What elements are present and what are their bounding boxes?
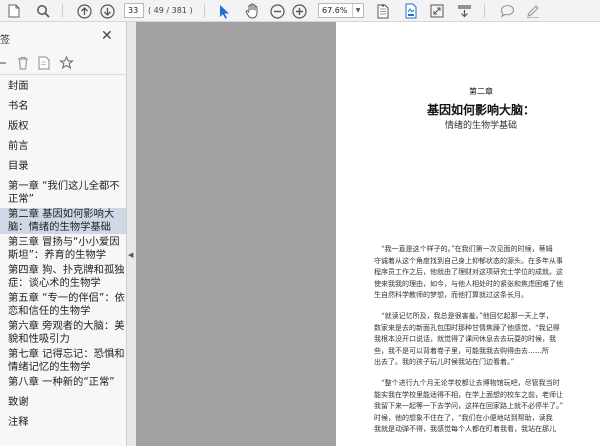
body-text-line: 我留下来一起等一下去学问，这样在回家路上就不必停半了。” <box>374 402 564 410</box>
chevron-down-icon: ▼ <box>352 4 363 17</box>
bookmark-item-label: 正常” <box>8 193 34 205</box>
bookmark-item[interactable]: 书名 <box>8 100 126 113</box>
bookmark-item[interactable]: 第四章 狗、扑克牌和孤独 症：谈心术的生物学 <box>8 264 126 290</box>
sidebar-resize-handle[interactable]: ◀ <box>127 22 136 446</box>
bookmark-item-label: 症：谈心术的生物学 <box>8 277 101 289</box>
select-cursor-icon[interactable] <box>216 2 232 20</box>
bookmarks-sidebar: 签 ✕ 封面 书名 版权 前言 目录 第一章 “我们这儿全都不 正常” 第二章 基因如何影响大… <box>0 22 127 446</box>
page-icon[interactable] <box>6 2 22 20</box>
fullscreen-icon[interactable] <box>428 2 446 20</box>
hand-tool-icon[interactable] <box>243 2 261 20</box>
body-text-line: “我一直是这个样子的。”在我们第一次见面的时候，蒂姆 <box>374 245 553 253</box>
bookmark-item[interactable]: 第一章 “我们这儿全都不 正常” <box>8 180 126 206</box>
delete-icon[interactable] <box>17 55 29 71</box>
body-text-line: 生自然科学教师的梦想，而他打算就过这条长月。 <box>374 291 528 299</box>
bookmark-item-label: 目录 <box>8 160 29 172</box>
sidebar-header: 签 ✕ <box>0 22 127 52</box>
bookmark-item[interactable]: 致谢 <box>8 396 126 409</box>
body-text-line: 程序员工作之后，他就由了理财对这项研究士学位的成就。这 <box>374 268 563 276</box>
bookmark-item-label: 第二章 基因如何影响大 <box>8 208 115 220</box>
body-text-line: 我就是动弹不得，我感觉每个人都在盯着我看，我站在那儿 <box>374 425 556 433</box>
next-page-icon[interactable] <box>98 2 116 20</box>
sidebar-title: 签 <box>0 35 10 46</box>
close-icon[interactable]: ✕ <box>101 29 113 43</box>
zoom-out-icon[interactable] <box>268 2 286 20</box>
toolbar-separator <box>484 4 485 18</box>
toolbar-separator <box>62 4 63 18</box>
pen-icon[interactable] <box>524 2 542 20</box>
bookmark-settings-icon[interactable] <box>59 55 74 71</box>
bookmark-item[interactable]: 第八章 一种新的“正常” <box>8 376 126 389</box>
bookmark-item[interactable]: 前言 <box>8 140 126 153</box>
expand-menu-icon[interactable] <box>0 55 8 71</box>
chapter-number: 第二章 <box>469 87 493 96</box>
bookmark-item[interactable]: 版权 <box>8 120 126 133</box>
bookmark-item-label: 恋和信任的生物学 <box>8 305 91 317</box>
zoom-select[interactable]: 67.6% ▼ <box>318 3 364 18</box>
body-text-line: 出去了。我的孩子玩儿时候我站在门边看着。” <box>374 358 515 366</box>
bookmark-item[interactable]: 注释 <box>8 416 126 429</box>
body-text-line: “就读记忆所及，我总是很害羞。”他回忆起那一天上学， <box>374 312 553 320</box>
bookmark-item-label: 第一章 “我们这儿全都不 <box>8 180 120 192</box>
bookmark-item-label: 第四章 狗、扑克牌和孤独 <box>8 264 125 276</box>
bookmark-item[interactable]: 目录 <box>8 160 126 173</box>
body-text-line: “整个进行九个月无论学校都让去博物馆玩吧，尽管我当时 <box>374 379 560 387</box>
bookmark-item[interactable]: 封面 <box>8 80 126 93</box>
bookmark-item-label: 前言 <box>8 140 29 152</box>
body-text-line: 我根本没开口说话，就觉得了课间休息去去玩耍的时候，我 <box>374 335 556 343</box>
bookmark-item[interactable]: 第二章 基因如何影响大 脑：情绪的生物学基础 <box>0 208 126 234</box>
bookmark-item-label: 第三章 冒扬与“小小爱因 <box>8 236 120 248</box>
body-text-line: 数家来是去的新面孔包围时那种甘情焦躁了他感觉，“我记得 <box>374 323 560 332</box>
bookmark-item-label: 书名 <box>8 100 29 112</box>
body-text-line: 时候，他的想象不住在了，“我们在小便地站到帮助，读我 <box>374 413 553 422</box>
previous-page-icon[interactable] <box>75 2 93 20</box>
chapter-title: 基因如何影响大脑： <box>426 103 535 117</box>
body-text-line: 使来我我的理由，如今，与他人相处时的紧张和焦虑困难了他 <box>374 279 563 288</box>
document-viewer[interactable]: 第二章 基因如何影响大脑： 情绪的生物学基础 “我一直是这个样子的。”在我们第一… <box>136 22 600 446</box>
download-icon[interactable] <box>455 2 473 20</box>
bookmark-item-label: 第七章 记得忘记：恐惧和 <box>8 348 125 360</box>
search-icon[interactable] <box>34 2 52 20</box>
bookmark-item-label: 脑：情绪的生物学基础 <box>8 221 111 233</box>
body-text-line: 些，我不是可以背着卷子里，可能我我去购得由去……所 <box>374 346 549 355</box>
sidebar-tools <box>0 52 127 75</box>
collapse-sidebar-icon[interactable]: ◀ <box>128 251 133 259</box>
toolbar-separator <box>204 4 205 18</box>
page-number-input[interactable]: 33 <box>124 3 144 18</box>
bookmark-item[interactable]: 第七章 记得忘记：恐惧和 情绪记忆的生物学 <box>8 348 126 374</box>
bookmark-item[interactable]: 第六章 旁观者的大脑：美 貌和性吸引力 <box>8 320 126 346</box>
new-bookmark-icon[interactable] <box>38 55 50 71</box>
zoom-in-icon[interactable] <box>290 2 308 20</box>
body-text-line: 能实我在学校里能适得不相，在学上面想的校车之前，老师让 <box>374 390 563 399</box>
bookmark-item-label: 致谢 <box>8 396 29 408</box>
zoom-value: 67.6% <box>322 6 348 15</box>
bookmark-item-label: 第八章 一种新的“正常” <box>8 376 115 388</box>
page-count: ( 49 / 381 ) <box>148 6 193 15</box>
bookmark-item-label: 封面 <box>8 80 29 92</box>
comment-icon[interactable] <box>498 2 516 20</box>
bookmark-item-label: 情绪记忆的生物学 <box>8 361 91 373</box>
bookmark-item-label: 第六章 旁观者的大脑：美 <box>8 320 125 332</box>
bookmark-item-label: 注释 <box>8 416 29 428</box>
bookmark-item-label: 版权 <box>8 120 29 132</box>
bookmark-item-label: 斯坦”：养育的生物学 <box>8 249 107 261</box>
body-text-line: 守诚着从这个角度找到自己身上抑郁状态的源头。在多年从事 <box>374 256 563 265</box>
convert-icon[interactable] <box>402 2 420 20</box>
bookmark-item-label: 貌和性吸引力 <box>8 333 70 345</box>
toolbar: 33 ( 49 / 381 ) 67.6% ▼ <box>0 0 600 22</box>
chapter-subtitle: 情绪的生物学基础 <box>444 121 517 131</box>
bookmark-item-label: 第五章 “专一的伴侣”：依 <box>8 292 125 304</box>
fit-page-icon[interactable] <box>374 2 392 20</box>
bookmark-item[interactable]: 第三章 冒扬与“小小爱因 斯坦”：养育的生物学 <box>8 236 126 262</box>
bookmark-item[interactable]: 第五章 “专一的伴侣”：依 恋和信任的生物学 <box>8 292 126 318</box>
pdf-page: 第二章 基因如何影响大脑： 情绪的生物学基础 “我一直是这个样子的。”在我们第一… <box>336 22 600 446</box>
